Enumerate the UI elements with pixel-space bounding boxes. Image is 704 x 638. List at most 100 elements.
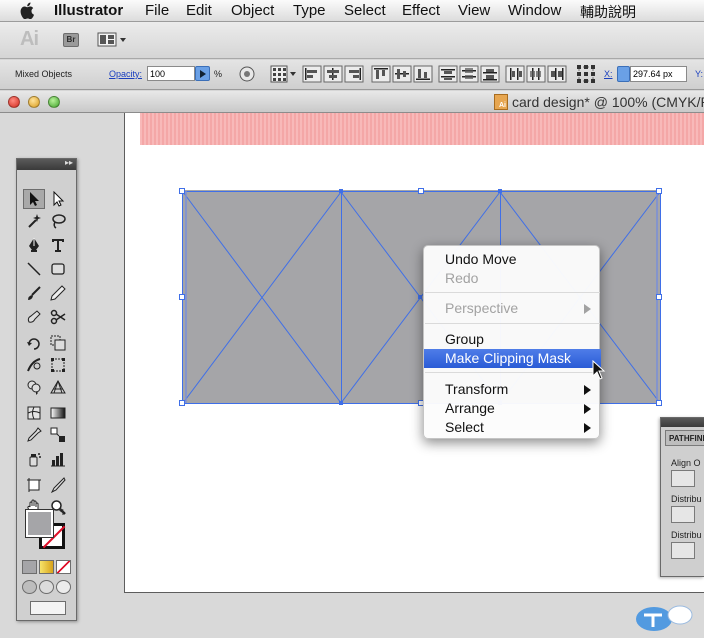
menu-item-label: Redo bbox=[445, 270, 479, 286]
menu-item-label: Group bbox=[445, 331, 484, 347]
minimize-window-button[interactable] bbox=[28, 96, 40, 108]
x-stepper[interactable] bbox=[617, 66, 630, 82]
context-menu: Undo Move Redo Perspective Group Make Cl… bbox=[423, 245, 601, 439]
mesh-tool-icon[interactable] bbox=[23, 403, 45, 423]
shape-builder-tool-icon[interactable] bbox=[23, 377, 45, 397]
menu-view[interactable]: View bbox=[458, 2, 490, 19]
free-transform-tool-icon[interactable] bbox=[47, 355, 69, 375]
opacity-label[interactable]: Opacity: bbox=[109, 69, 142, 79]
scale-tool-icon[interactable] bbox=[47, 333, 69, 353]
distribute-horizontal-center-icon[interactable] bbox=[526, 65, 546, 83]
magic-wand-tool-icon[interactable] bbox=[23, 211, 45, 231]
drawing-mode-row bbox=[22, 580, 74, 596]
swap-fill-stroke-icon[interactable]: ↰ bbox=[57, 507, 65, 518]
menu-type[interactable]: Type bbox=[293, 2, 326, 19]
menu-item-arrange[interactable]: Arrange bbox=[424, 399, 601, 418]
eyedropper-tool-icon[interactable] bbox=[23, 425, 45, 445]
selection-tool-icon[interactable] bbox=[23, 189, 45, 209]
graph-tool-icon[interactable] bbox=[47, 449, 69, 469]
opacity-slider-button[interactable] bbox=[195, 66, 210, 81]
distribute-right-icon[interactable] bbox=[547, 65, 567, 83]
close-window-button[interactable] bbox=[8, 96, 20, 108]
distribute-top-icon[interactable] bbox=[438, 65, 458, 83]
align-top-icon[interactable] bbox=[371, 65, 391, 83]
arrange-documents-button[interactable] bbox=[97, 32, 129, 48]
gradient-mode-button[interactable] bbox=[39, 560, 54, 574]
distribute-bottom-icon[interactable] bbox=[480, 65, 500, 83]
menu-illustrator[interactable]: Illustrator bbox=[54, 2, 123, 19]
pathfinder-panel-header[interactable] bbox=[661, 418, 704, 427]
menu-item-transform[interactable]: Transform bbox=[424, 380, 601, 399]
align-bottom-icon[interactable] bbox=[413, 65, 433, 83]
draw-inside-icon[interactable] bbox=[56, 580, 71, 594]
menu-object[interactable]: Object bbox=[231, 2, 274, 19]
blend-tool-icon[interactable] bbox=[47, 425, 69, 445]
menu-item-select[interactable]: Select bbox=[424, 418, 601, 437]
menu-select[interactable]: Select bbox=[344, 2, 386, 19]
selection-type-label: Mixed Objects bbox=[15, 69, 73, 79]
menu-item-label: Arrange bbox=[445, 400, 495, 416]
slice-tool-icon[interactable] bbox=[47, 475, 69, 495]
paintbrush-tool-icon[interactable] bbox=[23, 283, 45, 303]
menu-item-label: Select bbox=[445, 419, 484, 435]
menu-item-label: Undo Move bbox=[445, 251, 517, 267]
recolor-artwork-icon[interactable] bbox=[237, 65, 257, 83]
menu-window[interactable]: Window bbox=[508, 2, 561, 19]
menu-effect[interactable]: Effect bbox=[402, 2, 440, 19]
direct-selection-tool-icon[interactable] bbox=[47, 189, 69, 209]
fill-swatch[interactable] bbox=[25, 509, 54, 538]
align-vertical-center-icon[interactable] bbox=[392, 65, 412, 83]
menu-item-redo: Redo bbox=[424, 269, 601, 288]
draw-normal-icon[interactable] bbox=[22, 580, 37, 594]
pen-tool-icon[interactable] bbox=[23, 235, 45, 255]
distribute-vertical-center-icon[interactable] bbox=[459, 65, 479, 83]
pencil-tool-icon[interactable] bbox=[47, 283, 69, 303]
opacity-unit: % bbox=[214, 69, 223, 79]
type-tool-icon[interactable] bbox=[47, 235, 69, 255]
menu-item-group[interactable]: Group bbox=[424, 330, 601, 349]
apple-icon[interactable] bbox=[20, 2, 36, 19]
menu-item-label: Perspective bbox=[445, 300, 519, 316]
color-mode-button[interactable] bbox=[22, 560, 37, 574]
distribute-top-icon[interactable] bbox=[671, 506, 695, 523]
menu-item-perspective: Perspective bbox=[424, 299, 601, 318]
opacity-input[interactable] bbox=[147, 66, 195, 81]
line-tool-icon[interactable] bbox=[23, 259, 45, 279]
distribute-left-icon[interactable] bbox=[505, 65, 525, 83]
blob-brush-tool-icon[interactable] bbox=[23, 307, 45, 327]
reference-point-icon[interactable] bbox=[270, 65, 298, 83]
lasso-tool-icon[interactable] bbox=[47, 211, 69, 231]
scissors-tool-icon[interactable] bbox=[47, 307, 69, 327]
menu-item-make-clipping-mask[interactable]: Make Clipping Mask bbox=[424, 349, 601, 368]
transform-reference-icon[interactable] bbox=[576, 65, 596, 83]
symbol-sprayer-tool-icon[interactable] bbox=[23, 449, 45, 469]
distribute-spacing-icon[interactable] bbox=[671, 542, 695, 559]
rectangle-tool-icon[interactable] bbox=[47, 259, 69, 279]
perspective-grid-tool-icon[interactable] bbox=[47, 377, 69, 397]
rotate-tool-icon[interactable] bbox=[23, 333, 45, 353]
none-mode-button[interactable] bbox=[56, 560, 71, 574]
zoom-window-button[interactable] bbox=[48, 96, 60, 108]
draw-behind-icon[interactable] bbox=[39, 580, 54, 594]
menu-item-label: Transform bbox=[445, 381, 509, 397]
screen-mode-icon[interactable] bbox=[30, 601, 66, 615]
align-left-icon[interactable] bbox=[302, 65, 322, 83]
gradient-tool-icon[interactable] bbox=[47, 403, 69, 423]
align-horizontal-center-icon[interactable] bbox=[323, 65, 343, 83]
pathfinder-tab[interactable]: PATHFINDER bbox=[665, 430, 704, 446]
application-bar: Ai Br bbox=[0, 22, 704, 59]
warp-tool-icon[interactable] bbox=[23, 355, 45, 375]
align-left-icon[interactable] bbox=[671, 470, 695, 487]
menu-edit[interactable]: Edit bbox=[186, 2, 212, 19]
menu-file[interactable]: File bbox=[145, 2, 169, 19]
tools-panel-header[interactable] bbox=[17, 159, 76, 170]
document-title-bar: Ai card design* @ 100% (CMYK/P bbox=[0, 91, 704, 113]
menu-help[interactable]: 輔助說明 bbox=[580, 2, 636, 22]
artboard-tool-icon[interactable] bbox=[23, 475, 45, 495]
document-icon: Ai bbox=[494, 94, 508, 110]
x-input[interactable] bbox=[630, 66, 687, 82]
bridge-button[interactable]: Br bbox=[63, 33, 79, 47]
menu-item-undo-move[interactable]: Undo Move bbox=[424, 250, 601, 269]
align-right-icon[interactable] bbox=[344, 65, 364, 83]
illustrator-logo: Ai bbox=[20, 28, 39, 50]
